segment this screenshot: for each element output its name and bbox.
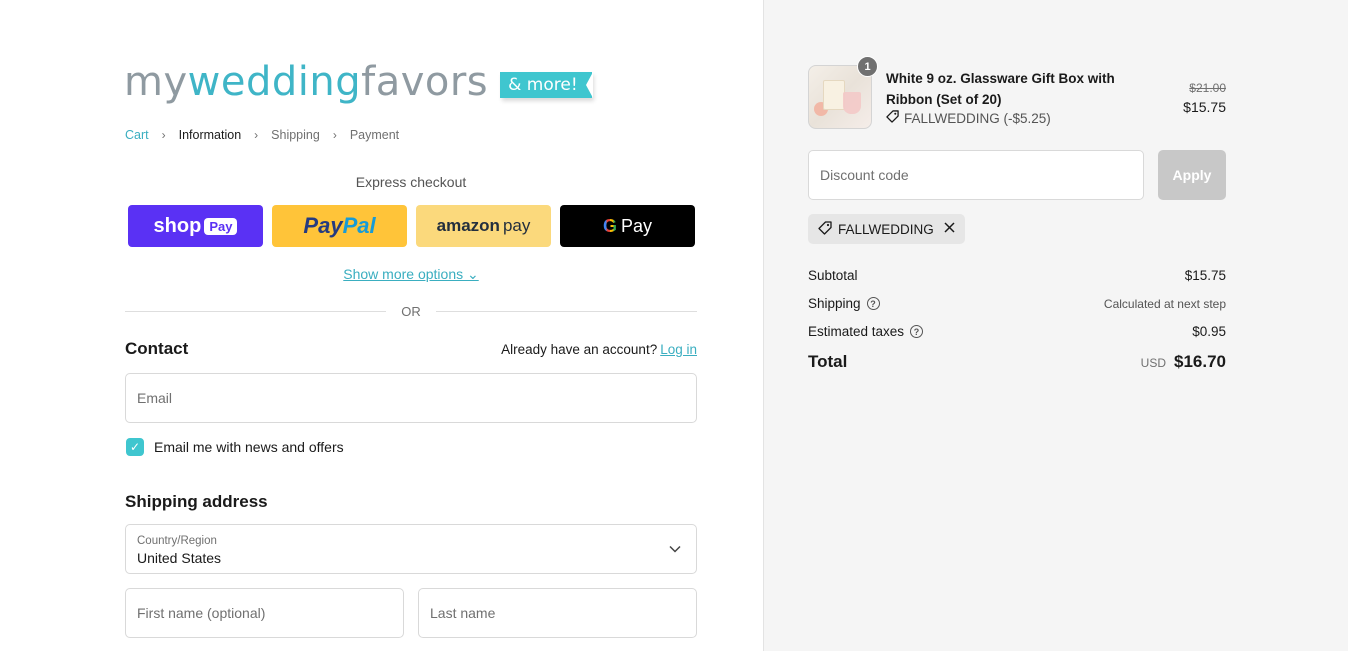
- amazon-pay-button[interactable]: amazon pay: [416, 205, 551, 247]
- express-payment-buttons: shop Pay Pay Pal amazon pay G Pay: [128, 205, 695, 247]
- breadcrumb: Cart › Information › Shipping › Payment: [125, 128, 399, 142]
- subtotal-row: Subtotal $15.75: [808, 268, 1226, 283]
- subtotal-value: $15.75: [1184, 268, 1226, 283]
- logo-badge: & more!: [500, 72, 593, 98]
- help-icon[interactable]: ?: [866, 297, 880, 310]
- product-price: $15.75: [1183, 99, 1226, 115]
- express-checkout-title: Express checkout: [355, 174, 467, 190]
- news-opt-in[interactable]: ✓ Email me with news and offers: [126, 438, 344, 456]
- product-thumbnail: 1: [808, 56, 878, 129]
- last-name-input[interactable]: [419, 589, 696, 637]
- email-field[interactable]: [125, 373, 697, 423]
- quantity-badge: 1: [857, 56, 878, 77]
- order-line-item: 1 White 9 oz. Glassware Gift Box with Ri…: [808, 56, 1226, 129]
- first-name-field[interactable]: [125, 588, 404, 638]
- total-value: $16.70: [1174, 352, 1226, 371]
- or-divider: OR: [125, 304, 697, 319]
- email-input[interactable]: [126, 374, 696, 422]
- applied-code-label: FALLWEDDING: [838, 221, 934, 237]
- discount-code-input[interactable]: [809, 151, 1143, 199]
- login-link[interactable]: Log in: [660, 342, 697, 357]
- shipping-row: Shipping? Calculated at next step: [808, 296, 1226, 311]
- news-checkbox[interactable]: ✓: [126, 438, 144, 456]
- breadcrumb-payment: Payment: [349, 128, 400, 142]
- country-value: United States: [137, 550, 222, 566]
- last-name-field[interactable]: [418, 588, 697, 638]
- shipping-value: Calculated at next step: [1103, 296, 1226, 311]
- show-more-options-link[interactable]: Show more options ⌄: [125, 266, 697, 283]
- discount-code-field[interactable]: [808, 150, 1144, 200]
- google-g-icon: G: [602, 215, 617, 236]
- shipping-address-heading: Shipping address: [125, 492, 268, 511]
- taxes-row: Estimated taxes? $0.95: [808, 324, 1226, 339]
- product-discount: FALLWEDDING (-$5.25): [886, 110, 1051, 126]
- news-label: Email me with news and offers: [154, 439, 344, 455]
- checkout-main-panel: myweddingfavors & more! Cart › Informati…: [0, 0, 763, 651]
- account-prompt: Already have an account? Log in: [501, 342, 697, 357]
- tag-icon: [886, 110, 899, 126]
- product-original-price: $21.00: [1189, 81, 1226, 95]
- breadcrumb-shipping: Shipping: [271, 128, 320, 142]
- taxes-value: $0.95: [1192, 324, 1226, 339]
- tag-icon: [818, 220, 832, 238]
- shop-pay-button[interactable]: shop Pay: [128, 205, 263, 247]
- country-label: Country/Region: [137, 535, 217, 547]
- applied-discount-chip: FALLWEDDING: [808, 214, 965, 244]
- google-pay-button[interactable]: G Pay: [560, 205, 695, 247]
- total-row: Total USD $16.70: [808, 352, 1226, 371]
- chevron-right-icon: ›: [161, 128, 166, 142]
- help-icon[interactable]: ?: [910, 325, 924, 338]
- remove-discount-icon[interactable]: [944, 220, 955, 238]
- breadcrumb-information: Information: [178, 128, 242, 142]
- chevron-down-icon: [669, 542, 681, 556]
- paypal-button[interactable]: Pay Pal: [272, 205, 407, 247]
- chevron-right-icon: ›: [332, 128, 337, 142]
- currency-code: USD: [1140, 356, 1166, 370]
- chevron-right-icon: ›: [254, 128, 259, 142]
- product-title: White 9 oz. Glassware Gift Box with Ribb…: [886, 71, 1115, 107]
- apply-discount-button[interactable]: Apply: [1158, 150, 1226, 200]
- breadcrumb-cart[interactable]: Cart: [125, 128, 149, 142]
- first-name-input[interactable]: [126, 589, 403, 637]
- logo-wordmark: myweddingfavors: [124, 59, 489, 105]
- store-logo[interactable]: myweddingfavors & more!: [124, 58, 593, 106]
- country-select[interactable]: Country/Region United States: [125, 524, 697, 574]
- contact-heading: Contact: [125, 339, 189, 358]
